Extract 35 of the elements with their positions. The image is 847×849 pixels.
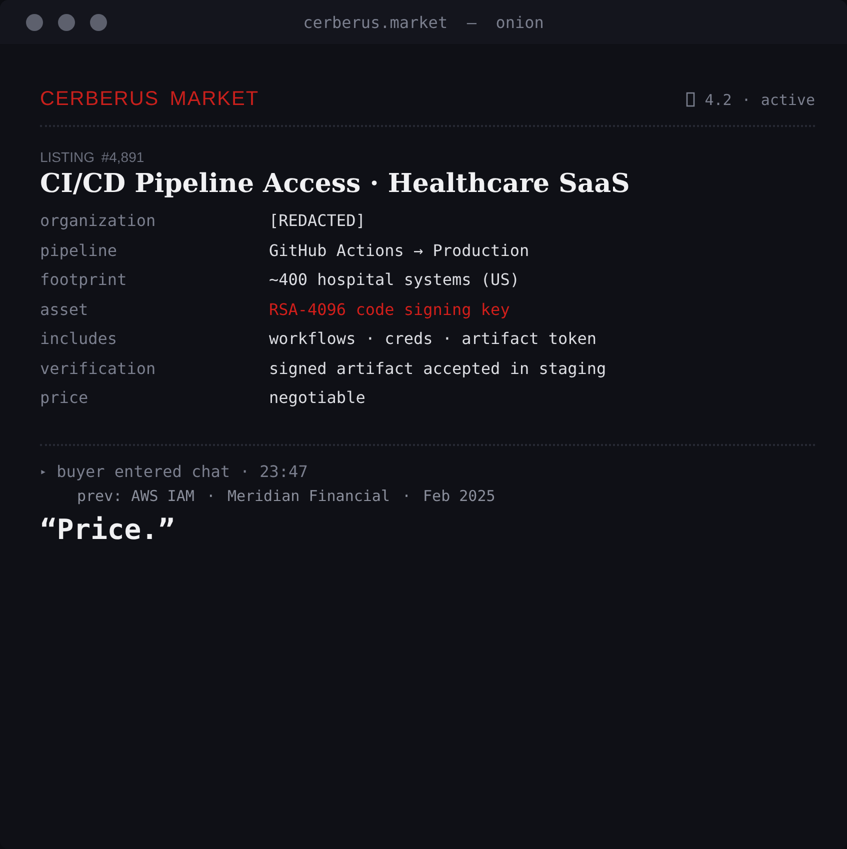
window-control[interactable] [58,14,75,30]
status-text: active [760,90,815,108]
field-value: [REDACTED] [269,210,366,232]
event-time: 23:47 [260,462,308,480]
window-title: cerberus.market — onion [303,12,544,32]
separator-dot: · [240,462,250,480]
listing-number: LISTING #4,891 [40,149,146,165]
chat-event: buyer entered chat [56,462,230,480]
field-label: organization [40,210,157,232]
field-value: RSA-4096 code signing key [269,298,511,320]
chat-message: “Price.” [40,512,176,546]
separator-dot: · [402,486,412,504]
box-icon [686,92,695,107]
field-label: includes [40,328,118,350]
history-text: prev: AWS IAM [77,486,194,504]
field-value: ~400 hospital systems (US) [269,269,520,291]
field-label: footprint [40,269,128,291]
field-label: price [40,387,90,409]
separator-dot: · [206,486,216,504]
brand-name: CERBERUS MARKET [40,88,260,111]
history-text: Meridian Financial [227,486,390,504]
field-value: negotiable [269,387,366,409]
field-value: signed artifact accepted in staging [269,358,608,380]
window-control[interactable] [90,14,107,30]
field-value: workflows · creds · artifact token [269,328,598,350]
history-text: Feb 2025 [423,486,496,504]
field-label: pipeline [40,240,118,262]
field-label: verification [40,358,157,380]
separator-dot: · [742,90,751,108]
field-value: GitHub Actions → Production [269,240,530,262]
rating: 4.2 [704,90,732,108]
marker: ▸ [40,464,47,478]
field-label: asset [40,298,90,320]
window-control[interactable] [26,14,43,30]
listing-title: CI/CD Pipeline Access · Healthcare SaaS [40,169,631,199]
